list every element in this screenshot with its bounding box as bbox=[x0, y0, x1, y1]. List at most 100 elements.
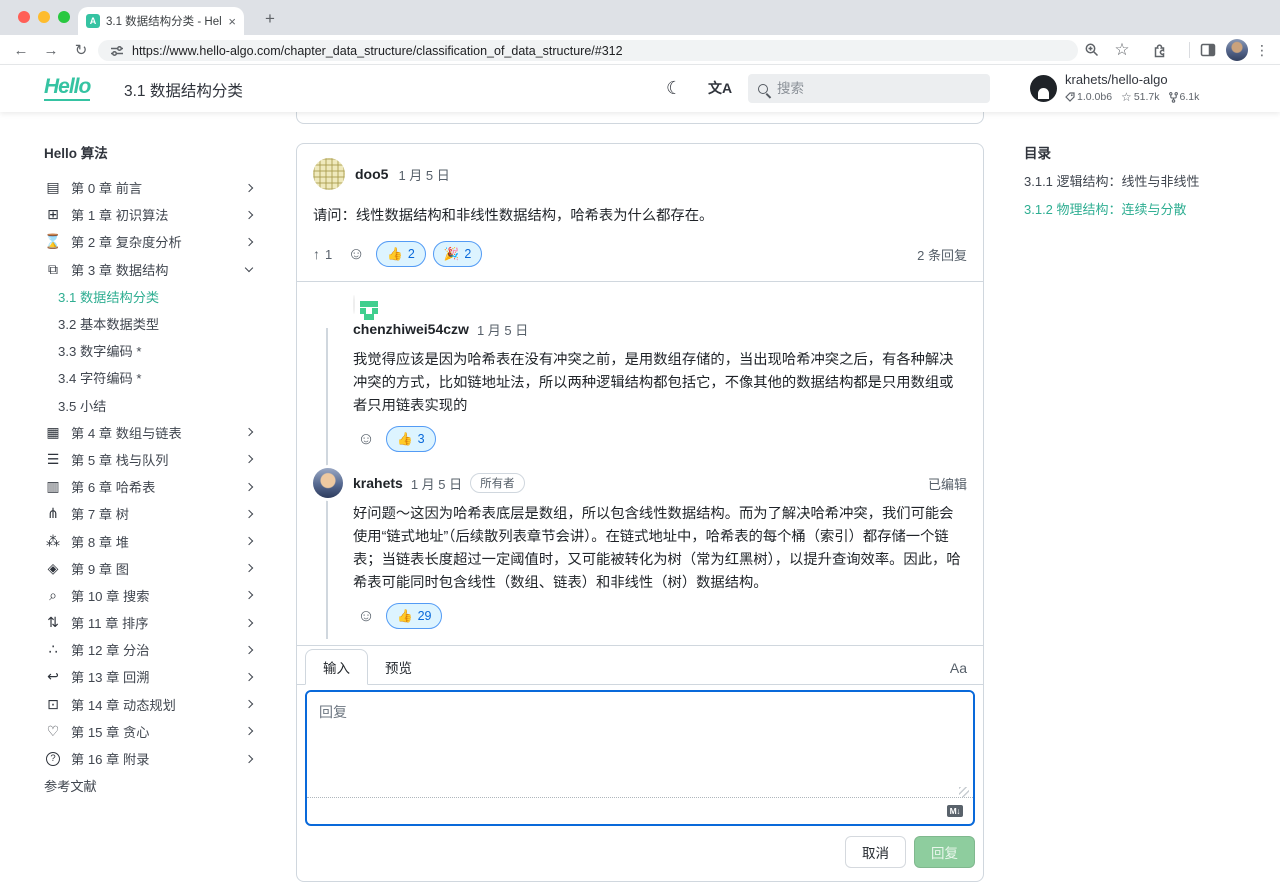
tag-icon bbox=[1065, 92, 1075, 102]
sidebar-item-ch8[interactable]: ⁂第 8 章 堆 bbox=[44, 527, 256, 554]
comment-author[interactable]: doo5 bbox=[355, 166, 388, 182]
page-title: 3.1 数据结构分类 bbox=[124, 79, 243, 101]
sidebar-item-references[interactable]: 参考文献 bbox=[44, 772, 256, 799]
add-reaction-smiley-icon[interactable]: ☺ bbox=[343, 241, 369, 267]
data-structure-icon: ⧉ bbox=[44, 261, 62, 278]
sidebar-item-ch14[interactable]: ⊡第 14 章 动态规划 bbox=[44, 691, 256, 718]
add-reaction-smiley-icon[interactable]: ☺ bbox=[353, 426, 379, 452]
reply-date[interactable]: 1 月 5 日 bbox=[477, 320, 528, 339]
sidebar-item-ch15[interactable]: ♡第 15 章 贪心 bbox=[44, 718, 256, 745]
comment-header: doo5 1 月 5 日 bbox=[297, 144, 983, 190]
theme-toggle-icon[interactable]: ☾ bbox=[666, 76, 682, 100]
window-zoom-button[interactable] bbox=[58, 11, 70, 23]
translate-icon[interactable]: 文A bbox=[708, 76, 732, 100]
sidebar-title: Hello 算法 bbox=[44, 138, 256, 165]
sidebar-item-ch7[interactable]: ⋔第 7 章 树 bbox=[44, 500, 256, 527]
back-icon[interactable]: ← bbox=[8, 35, 34, 65]
avatar-krahets[interactable] bbox=[313, 468, 343, 498]
sidebar-item-ch5[interactable]: ☰第 5 章 栈与队列 bbox=[44, 446, 256, 473]
sidebar-item-ch6[interactable]: ▥第 6 章 哈希表 bbox=[44, 473, 256, 500]
tree-icon: ⋔ bbox=[44, 505, 62, 522]
table-of-contents: 目录 3.1.1 逻辑结构：线性与非线性 3.1.2 物理结构：连续与分散 bbox=[1024, 138, 1270, 222]
site-header: Hello 3.1 数据结构分类 ☾ 文A krahets/hello-algo… bbox=[0, 65, 1280, 112]
bookmark-star-icon[interactable]: ☆ bbox=[1110, 38, 1134, 62]
sidebar-item-ch12[interactable]: ∴第 12 章 分治 bbox=[44, 636, 256, 663]
sidebar-item-3-3[interactable]: 3.3 数字编码 * bbox=[44, 337, 256, 364]
sidebar-item-ch9[interactable]: ◈第 9 章 图 bbox=[44, 555, 256, 582]
address-bar[interactable]: https://www.hello-algo.com/chapter_data_… bbox=[98, 40, 1078, 61]
sidebar-item-ch2[interactable]: ⌛第 2 章 复杂度分析 bbox=[44, 228, 256, 255]
markdown-hint-icon[interactable]: M↓ bbox=[947, 805, 963, 817]
reply-author[interactable]: krahets bbox=[353, 475, 403, 491]
sidebar-item-ch11[interactable]: ⇅第 11 章 排序 bbox=[44, 609, 256, 636]
forward-icon[interactable]: → bbox=[38, 35, 64, 65]
reply-date[interactable]: 1 月 5 日 bbox=[411, 474, 462, 493]
browser-profile-avatar[interactable] bbox=[1226, 39, 1248, 61]
sidebar-item-ch4[interactable]: ▦第 4 章 数组与链表 bbox=[44, 419, 256, 446]
reaction-thumbsup[interactable]: 👍 3 bbox=[386, 426, 436, 452]
github-logo-icon bbox=[1030, 75, 1057, 102]
window-close-button[interactable] bbox=[18, 11, 30, 23]
toc-item-3-1-2[interactable]: 3.1.2 物理结构：连续与分散 bbox=[1024, 195, 1270, 223]
reaction-thumbsup[interactable]: 👍 29 bbox=[386, 603, 442, 629]
upvote-count: 1 bbox=[325, 247, 332, 262]
refresh-icon[interactable]: ↻ bbox=[68, 35, 94, 65]
chevron-right-icon bbox=[245, 183, 253, 191]
resize-handle[interactable] bbox=[959, 787, 969, 797]
chevron-right-icon bbox=[245, 238, 253, 246]
chevron-right-icon bbox=[245, 537, 253, 545]
sidebar-item-ch16[interactable]: ?第 16 章 附录 bbox=[44, 745, 256, 772]
zoom-icon[interactable] bbox=[1080, 38, 1104, 62]
reply-textarea[interactable] bbox=[307, 692, 973, 787]
replies-count: 2 条回复 bbox=[917, 245, 967, 264]
avatar-chenzhiwei54czw[interactable] bbox=[353, 295, 355, 314]
chevron-right-icon bbox=[245, 482, 253, 490]
reaction-party[interactable]: 🎉 2 bbox=[433, 241, 483, 267]
browser-tab[interactable]: A 3.1 数据结构分类 - Hello 算法 × bbox=[78, 7, 244, 35]
sidebar-item-ch0[interactable]: ▤第 0 章 前言 bbox=[44, 174, 256, 201]
sidebar-item-3-5[interactable]: 3.5 小结 bbox=[44, 392, 256, 419]
sort-icon: ⇅ bbox=[44, 614, 62, 631]
url-text: https://www.hello-algo.com/chapter_data_… bbox=[132, 44, 623, 58]
thumbsup-emoji: 👍 bbox=[397, 609, 413, 624]
cancel-button[interactable]: 取消 bbox=[845, 836, 906, 868]
browser-toolbar: ← → ↻ https://www.hello-algo.com/chapter… bbox=[0, 35, 1280, 65]
sidebar-item-ch10[interactable]: ⌕第 10 章 搜索 bbox=[44, 582, 256, 609]
sidebar-item-ch3[interactable]: ⧉第 3 章 数据结构 bbox=[44, 256, 256, 283]
hash-table-icon: ▥ bbox=[44, 478, 62, 495]
reply-author[interactable]: chenzhiwei54czw bbox=[353, 321, 469, 337]
new-tab-button[interactable]: + bbox=[258, 7, 282, 31]
reply-submit-button[interactable]: 回复 bbox=[914, 836, 975, 868]
extensions-puzzle-icon[interactable] bbox=[1148, 38, 1172, 62]
reply-comment: krahets 1 月 5 日 所有者 已编辑 好问题～这因为哈希表底层是数组，… bbox=[313, 468, 967, 629]
chevron-right-icon bbox=[245, 673, 253, 681]
toc-item-3-1-1[interactable]: 3.1.1 逻辑结构：线性与非线性 bbox=[1024, 167, 1270, 195]
heap-icon: ⁂ bbox=[44, 533, 62, 550]
tab-write[interactable]: 输入 bbox=[305, 649, 368, 685]
site-settings-icon[interactable] bbox=[110, 44, 124, 58]
sidebar-item-3-2[interactable]: 3.2 基本数据类型 bbox=[44, 310, 256, 337]
comment-date[interactable]: 1 月 5 日 bbox=[398, 165, 449, 184]
github-repo-link[interactable]: krahets/hello-algo 1.0.0b6 ☆ 51.7k 6.1k bbox=[1030, 72, 1199, 104]
sidebar-item-3-1[interactable]: 3.1 数据结构分类 bbox=[44, 283, 256, 310]
thumbsup-emoji: 👍 bbox=[397, 432, 413, 447]
tab-preview[interactable]: 预览 bbox=[368, 650, 429, 684]
sidebar-item-ch13[interactable]: ↩第 13 章 回溯 bbox=[44, 663, 256, 690]
search-input[interactable] bbox=[777, 81, 957, 96]
reply-comment: chenzhiwei54czw 1 月 5 日 我觉得应该是因为哈希表在没有冲突… bbox=[313, 296, 967, 452]
sidebar-item-3-4[interactable]: 3.4 字符编码 * bbox=[44, 364, 256, 391]
add-reaction-smiley-icon[interactable]: ☺ bbox=[353, 603, 379, 629]
side-panel-icon[interactable] bbox=[1196, 38, 1220, 62]
reaction-thumbsup[interactable]: 👍 2 bbox=[376, 241, 426, 267]
sidebar-item-ch1[interactable]: ⊞第 1 章 初识算法 bbox=[44, 201, 256, 228]
site-logo[interactable]: Hello bbox=[44, 75, 90, 101]
browser-menu-kebab-icon[interactable]: ⋮ bbox=[1250, 38, 1274, 62]
window-minimize-button[interactable] bbox=[38, 11, 50, 23]
divide-conquer-icon: ∴ bbox=[44, 641, 62, 658]
avatar-doo5[interactable] bbox=[313, 158, 345, 190]
upvote-button[interactable]: ↑ 1 bbox=[313, 246, 332, 262]
tab-close-icon[interactable]: × bbox=[228, 15, 236, 28]
site-search[interactable] bbox=[748, 74, 990, 103]
book-icon: ▤ bbox=[44, 179, 62, 196]
text-format-button[interactable]: Aa bbox=[950, 660, 975, 684]
